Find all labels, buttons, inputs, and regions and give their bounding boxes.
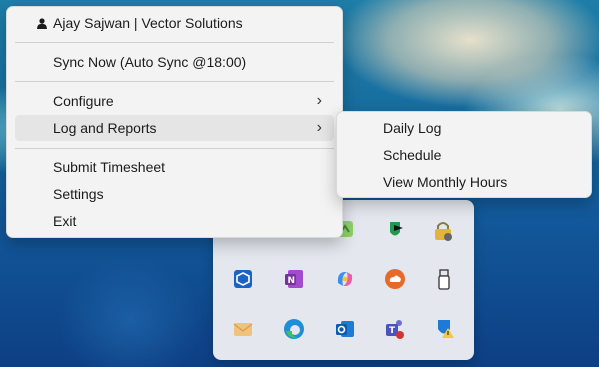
teams-icon[interactable]: T <box>383 317 407 341</box>
svg-text:N: N <box>288 276 296 286</box>
menu-item-submit-timesheet[interactable]: Submit Timesheet <box>15 154 334 180</box>
svg-text:T: T <box>389 326 396 336</box>
submenu-item-view-monthly-hours[interactable]: View Monthly Hours <box>343 169 585 195</box>
separator <box>15 81 334 82</box>
exit-label: Exit <box>53 213 77 229</box>
mail-icon[interactable] <box>231 317 255 341</box>
shield-warning-icon[interactable] <box>433 317 457 341</box>
log-reports-label: Log and Reports <box>53 120 157 136</box>
configure-label: Configure <box>53 93 114 109</box>
shield-flag-icon[interactable] <box>383 219 407 243</box>
cloud-sync-icon[interactable] <box>383 267 407 291</box>
usb-drive-icon[interactable] <box>433 267 457 291</box>
copilot-icon[interactable] <box>333 267 357 291</box>
chevron-right-icon: › <box>316 119 322 136</box>
daily-log-label: Daily Log <box>383 120 442 136</box>
schedule-label: Schedule <box>383 147 442 163</box>
menu-item-user[interactable]: Ajay Sajwan | Vector Solutions <box>15 10 334 36</box>
submit-label: Submit Timesheet <box>53 159 166 175</box>
menu-item-sync-now[interactable]: Sync Now (Auto Sync @18:00) <box>15 49 334 75</box>
menu-item-log-and-reports[interactable]: Log and Reports › <box>15 115 334 141</box>
separator <box>15 148 334 149</box>
log-and-reports-submenu: Daily Log Schedule View Monthly Hours <box>336 111 592 198</box>
user-icon <box>37 10 47 36</box>
view-monthly-hours-label: View Monthly Hours <box>383 174 508 190</box>
menu-item-exit[interactable]: Exit <box>15 208 334 234</box>
outlook-icon[interactable] <box>333 317 357 341</box>
chevron-right-icon: › <box>316 92 322 109</box>
separator <box>15 42 334 43</box>
menu-item-settings[interactable]: Settings <box>15 181 334 207</box>
lock-icon[interactable] <box>431 219 455 243</box>
context-menu: Ajay Sajwan | Vector Solutions Sync Now … <box>6 6 343 238</box>
menu-item-configure[interactable]: Configure › <box>15 88 334 114</box>
sync-label: Sync Now (Auto Sync @18:00) <box>53 54 247 70</box>
onenote-icon[interactable]: N <box>282 267 306 291</box>
submenu-item-daily-log[interactable]: Daily Log <box>343 115 585 141</box>
edge-icon[interactable] <box>282 317 306 341</box>
submenu-item-schedule[interactable]: Schedule <box>343 142 585 168</box>
user-label: Ajay Sajwan | Vector Solutions <box>53 15 243 31</box>
blue-cube-icon[interactable] <box>231 267 255 291</box>
settings-label: Settings <box>53 186 104 202</box>
